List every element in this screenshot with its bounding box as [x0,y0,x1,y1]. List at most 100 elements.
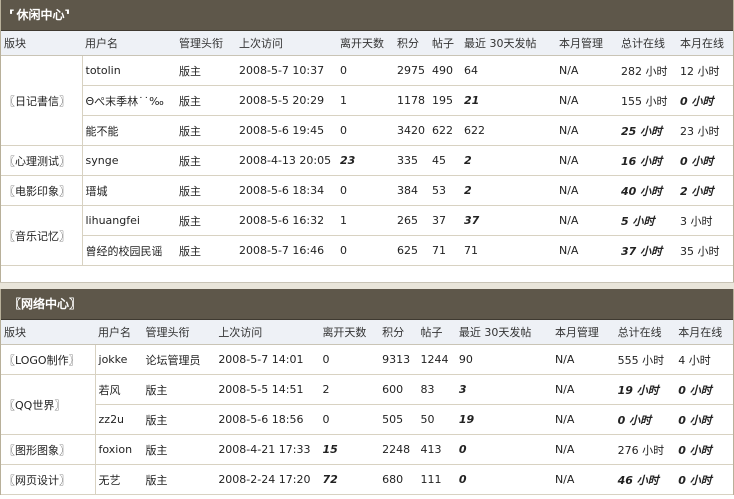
recent-posts: 2 [461,175,556,206]
table-row: zz2u 版主 2008-5-6 18:56 0 505 50 19 N/A 0 小时 0 小时 [1,404,733,435]
monthly-manage: N/A [556,175,618,206]
last-visit: 2008-4-21 17:33 [215,434,320,465]
forum-link[interactable]: 〖音乐记忆〗 [1,205,83,266]
recent-posts: 71 [461,235,556,266]
last-visit: 2008-5-6 18:56 [215,404,320,435]
user-name[interactable]: lihuangfei [82,205,176,236]
table-row: 〖心理测试〗 synge 版主 2008-4-13 20:05 23 335 45 2 N/A 1… [1,145,733,176]
section-leisure: ⸢ 休闲中心⸣ 版块 用户名 管理头衔 上次访问 离开天数 积分 帖子 最近 30天发帖 本月管理… [0,0,734,266]
link-icon: ⸣ [64,8,70,22]
recent-posts: 622 [461,115,556,146]
monthly-manage: N/A [551,404,615,435]
post-count: 111 [417,464,456,495]
user-name[interactable]: Θぺ末季林˙˙‰ [82,85,176,116]
monthly-online: 0 小时 [675,464,733,495]
admin-title: 版主 [142,374,216,405]
monthly-manage: N/A [556,205,618,236]
column-header: 用户名 [95,320,143,345]
monthly-manage: N/A [556,55,618,86]
total-online: 555 小时 [614,344,676,375]
table-row: 〖电影印象〗 瑨城 版主 2008-5-6 18:34 0 384 53 2 N/A 40 小时 2… [1,175,733,206]
forum-link[interactable]: 〖电影印象〗 [1,175,83,206]
admin-title: 版主 [176,175,236,206]
last-visit: 2008-5-5 14:51 [215,374,320,405]
last-visit: 2008-5-7 16:46 [236,235,337,266]
post-count: 83 [417,374,456,405]
admin-title: 版主 [176,115,236,146]
user-name[interactable]: 能不能 [82,115,176,146]
user-name[interactable]: synge [82,145,176,176]
last-visit: 2008-5-5 20:29 [236,85,337,116]
column-header: 帖子 [417,320,456,345]
forum-link[interactable]: 〖QQ世界〗 [1,374,96,435]
column-header: 最近 30天发帖 [461,31,556,56]
points: 2975 [394,55,429,86]
monthly-manage: N/A [551,464,615,495]
table-row: 〖网页设计〗 无艺 版主 2008-2-24 17:20 72 680 111 0 N/A 46 … [1,464,733,495]
link-icon: ⸢ [9,8,15,22]
column-header: 最近 30天发帖 [455,320,552,345]
admin-title: 版主 [142,434,216,465]
user-name[interactable]: jokke [95,344,143,375]
total-online: 19 小时 [614,374,676,405]
post-count: 53 [429,175,461,206]
table-row: Θぺ末季林˙˙‰ 版主 2008-5-5 20:29 1 1178 195 21 N/A 155… [1,85,733,116]
table-row: 〖图形图象〗 foxion 版主 2008-4-21 17:33 15 2248 413 0 N… [1,434,733,465]
monthly-online: 0 小时 [677,85,733,116]
points: 505 [379,404,418,435]
monthly-online: 2 小时 [677,175,733,206]
admin-title: 论坛管理员 [142,344,216,375]
last-visit: 2008-2-24 17:20 [215,464,320,495]
recent-posts: 3 [455,374,552,405]
user-name[interactable]: totolin [82,55,176,86]
user-name[interactable]: 曾经的校园民谣 [82,235,176,266]
section-title: 〖网络中心〗 [1,289,733,320]
forum-link[interactable]: 〖图形图象〗 [1,434,96,465]
table-row: 〖日记書信〗 totolin 版主 2008-5-7 10:37 0 2975 490 64 N… [1,55,733,146]
days-away: 0 [337,55,394,86]
points: 625 [394,235,429,266]
last-visit: 2008-4-13 20:05 [236,145,337,176]
forum-link[interactable]: 〖日记書信〗 [1,55,83,146]
days-away: 23 [337,145,394,176]
monthly-online: 0 小时 [675,404,733,435]
user-name[interactable]: zz2u [95,404,143,435]
table-row: 曾经的校园民谣 版主 2008-5-7 16:46 0 625 71 71 N/A 37 小时 3… [1,235,733,266]
column-header: 版块 [1,31,82,56]
total-online: 0 小时 [614,404,676,435]
days-away: 0 [319,404,380,435]
total-online: 155 小时 [618,85,677,116]
recent-posts: 2 [461,145,556,176]
user-name[interactable]: 瑨城 [82,175,176,206]
points: 384 [394,175,429,206]
section-title: ⸢ 休闲中心⸣ [1,0,733,31]
total-online: 276 小时 [614,434,676,465]
points: 2248 [379,434,418,465]
column-header: 总计在线 [618,31,677,56]
points: 1178 [394,85,429,116]
header-row: 版块 用户名 管理头衔 上次访问 离开天数 积分 帖子 最近 30天发帖 本月管理 总计在线 本月在… [1,320,733,345]
column-header: 用户名 [82,31,176,56]
user-name[interactable]: foxion [95,434,143,465]
column-header: 离开天数 [319,320,380,345]
forum-link[interactable]: 〖心理测试〗 [1,145,83,176]
total-online: 25 小时 [618,115,677,146]
points: 600 [379,374,418,405]
monthly-online: 23 小时 [677,115,733,146]
column-header: 总计在线 [614,320,676,345]
column-header: 本月在线 [675,320,733,345]
points: 680 [379,464,418,495]
recent-posts: 0 [455,464,552,495]
post-count: 50 [417,404,456,435]
forum-link[interactable]: 〖网页设计〗 [1,464,96,495]
post-count: 622 [429,115,461,146]
post-count: 413 [417,434,456,465]
points: 9313 [379,344,418,375]
monthly-manage: N/A [556,235,618,266]
post-count: 1244 [417,344,456,375]
user-name[interactable]: 若风 [95,374,143,405]
monthly-manage: N/A [556,145,618,176]
forum-link[interactable]: 〖LOGO制作〗 [1,344,96,375]
user-name[interactable]: 无艺 [95,464,143,495]
column-header: 本月管理 [556,31,618,56]
